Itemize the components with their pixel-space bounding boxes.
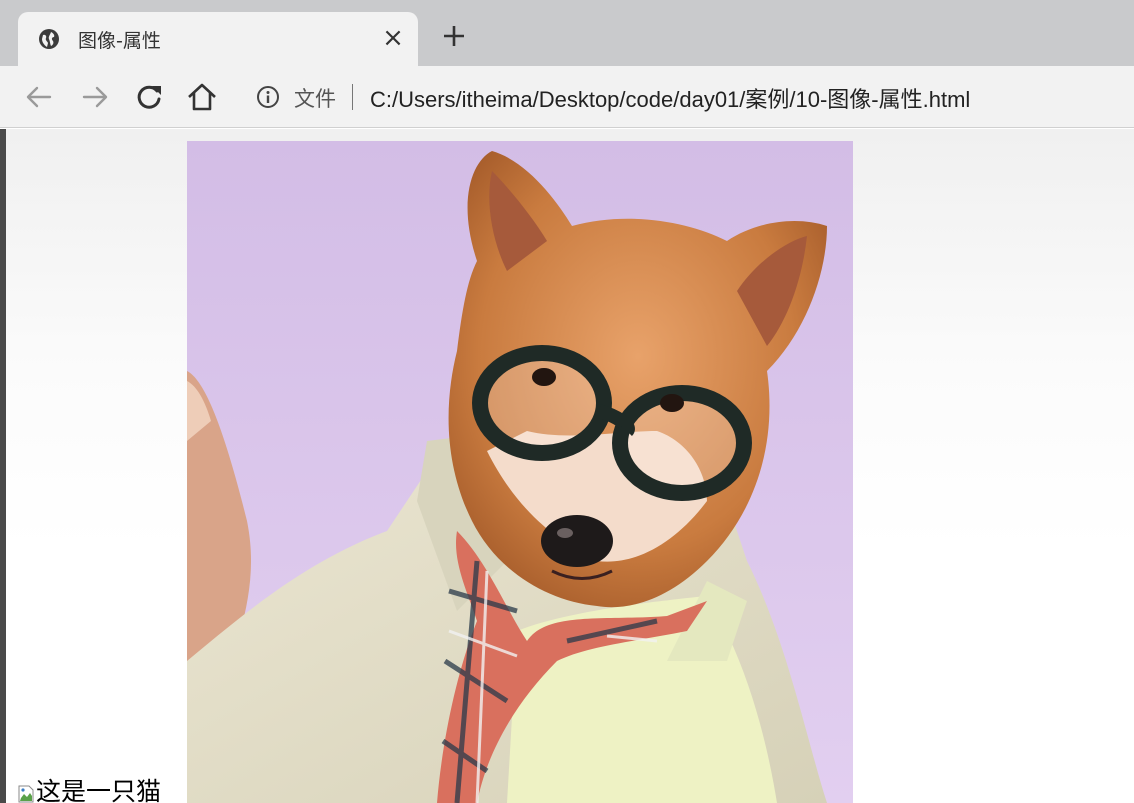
forward-button[interactable]: [78, 80, 112, 114]
home-button[interactable]: [185, 80, 219, 114]
reload-icon: [137, 85, 161, 109]
broken-image: 这是一只猫: [18, 777, 161, 803]
tab-close-button[interactable]: ×: [378, 23, 408, 53]
new-tab-button[interactable]: [438, 20, 470, 52]
omnibox-divider: [352, 84, 353, 110]
dog-photo: [187, 141, 853, 803]
browser-tab[interactable]: 图像-属性 ×: [18, 12, 418, 66]
window-edge: [0, 129, 6, 803]
address-bar[interactable]: 文件 C:/Users/itheima/Desktop/code/day01/案…: [242, 74, 1134, 120]
url-text[interactable]: C:/Users/itheima/Desktop/code/day01/案例/1…: [370, 82, 970, 114]
plus-icon: [444, 26, 464, 46]
page-viewport: 这是一只猫: [0, 129, 1134, 803]
home-icon: [188, 83, 216, 111]
browser-toolbar: 文件 C:/Users/itheima/Desktop/code/day01/案…: [0, 66, 1134, 128]
image-alt-text: 这是一只猫: [36, 777, 162, 803]
security-label: 文件: [294, 87, 336, 111]
broken-image-icon: [18, 785, 34, 803]
globe-icon: [39, 29, 59, 49]
arrow-right-icon: [82, 86, 108, 108]
tab-title: 图像-属性: [78, 30, 161, 52]
back-button[interactable]: [22, 80, 56, 114]
info-icon[interactable]: [256, 85, 280, 109]
reload-button[interactable]: [132, 80, 166, 114]
arrow-left-icon: [26, 86, 52, 108]
tab-strip: 图像-属性 ×: [0, 0, 1134, 66]
